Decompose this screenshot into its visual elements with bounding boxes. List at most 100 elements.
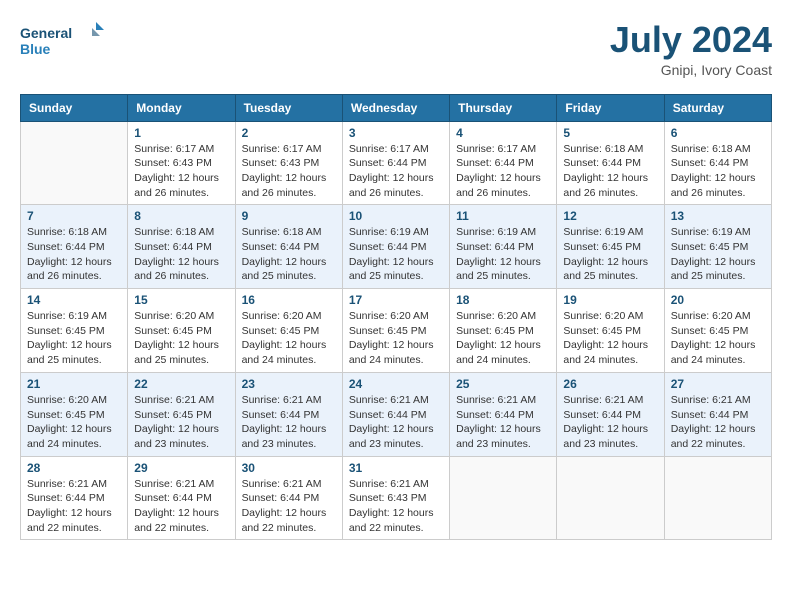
- month-year-title: July 2024: [610, 20, 772, 60]
- calendar-day-cell: 16 Sunrise: 6:20 AMSunset: 6:45 PMDayligh…: [235, 289, 342, 373]
- day-info: Sunrise: 6:17 AMSunset: 6:44 PMDaylight:…: [456, 142, 550, 201]
- day-number: 5: [563, 126, 657, 140]
- calendar-day-cell: [450, 456, 557, 540]
- weekday-header-tuesday: Tuesday: [235, 94, 342, 121]
- day-info: Sunrise: 6:21 AMSunset: 6:44 PMDaylight:…: [242, 477, 336, 536]
- calendar-day-cell: 6 Sunrise: 6:18 AMSunset: 6:44 PMDaylight…: [664, 121, 771, 205]
- calendar-day-cell: 2 Sunrise: 6:17 AMSunset: 6:43 PMDaylight…: [235, 121, 342, 205]
- day-number: 14: [27, 293, 121, 307]
- day-info: Sunrise: 6:21 AMSunset: 6:45 PMDaylight:…: [134, 393, 228, 452]
- day-number: 27: [671, 377, 765, 391]
- calendar-day-cell: 1 Sunrise: 6:17 AMSunset: 6:43 PMDaylight…: [128, 121, 235, 205]
- calendar-week-row: 21Sunrise: 6:20 AMSunset: 6:45 PMDayligh…: [21, 372, 772, 456]
- calendar-day-cell: 29Sunrise: 6:21 AMSunset: 6:44 PMDayligh…: [128, 456, 235, 540]
- weekday-header-monday: Monday: [128, 94, 235, 121]
- calendar-day-cell: 14 Sunrise: 6:19 AMSunset: 6:45 PMDayligh…: [21, 289, 128, 373]
- day-number: 9: [242, 209, 336, 223]
- day-info: Sunrise: 6:21 AMSunset: 6:43 PMDaylight:…: [349, 477, 443, 536]
- day-number: 30: [242, 461, 336, 475]
- day-number: 2: [242, 126, 336, 140]
- day-info: Sunrise: 6:17 AMSunset: 6:44 PMDaylight:…: [349, 142, 443, 201]
- calendar-day-cell: 5 Sunrise: 6:18 AMSunset: 6:44 PMDaylight…: [557, 121, 664, 205]
- day-number: 7: [27, 209, 121, 223]
- day-info: Sunrise: 6:19 AMSunset: 6:44 PMDaylight:…: [456, 225, 550, 284]
- day-number: 31: [349, 461, 443, 475]
- day-number: 28: [27, 461, 121, 475]
- day-info: Sunrise: 6:20 AMSunset: 6:45 PMDaylight:…: [242, 309, 336, 368]
- day-number: 6: [671, 126, 765, 140]
- calendar-day-cell: 10Sunrise: 6:19 AMSunset: 6:44 PMDayligh…: [342, 205, 449, 289]
- calendar-day-cell: 26Sunrise: 6:21 AMSunset: 6:44 PMDayligh…: [557, 372, 664, 456]
- day-number: 23: [242, 377, 336, 391]
- day-number: 24: [349, 377, 443, 391]
- day-info: Sunrise: 6:17 AMSunset: 6:43 PMDaylight:…: [242, 142, 336, 201]
- calendar-week-row: 14 Sunrise: 6:19 AMSunset: 6:45 PMDayligh…: [21, 289, 772, 373]
- day-info: Sunrise: 6:21 AMSunset: 6:44 PMDaylight:…: [242, 393, 336, 452]
- day-info: Sunrise: 6:21 AMSunset: 6:44 PMDaylight:…: [349, 393, 443, 452]
- day-info: Sunrise: 6:21 AMSunset: 6:44 PMDaylight:…: [456, 393, 550, 452]
- day-number: 15: [134, 293, 228, 307]
- calendar-day-cell: 28Sunrise: 6:21 AMSunset: 6:44 PMDayligh…: [21, 456, 128, 540]
- day-info: Sunrise: 6:18 AMSunset: 6:44 PMDaylight:…: [134, 225, 228, 284]
- logo: General Blue: [20, 20, 110, 65]
- svg-text:Blue: Blue: [20, 41, 51, 57]
- day-number: 26: [563, 377, 657, 391]
- calendar-day-cell: 30 Sunrise: 6:21 AMSunset: 6:44 PMDayligh…: [235, 456, 342, 540]
- day-number: 21: [27, 377, 121, 391]
- day-number: 4: [456, 126, 550, 140]
- day-number: 3: [349, 126, 443, 140]
- day-number: 11: [456, 209, 550, 223]
- calendar-day-cell: 4 Sunrise: 6:17 AMSunset: 6:44 PMDaylight…: [450, 121, 557, 205]
- calendar-day-cell: 18Sunrise: 6:20 AMSunset: 6:45 PMDayligh…: [450, 289, 557, 373]
- day-number: 20: [671, 293, 765, 307]
- calendar-day-cell: 11 Sunrise: 6:19 AMSunset: 6:44 PMDayligh…: [450, 205, 557, 289]
- calendar-day-cell: 9Sunrise: 6:18 AMSunset: 6:44 PMDaylight…: [235, 205, 342, 289]
- day-info: Sunrise: 6:20 AMSunset: 6:45 PMDaylight:…: [671, 309, 765, 368]
- day-number: 8: [134, 209, 228, 223]
- calendar-day-cell: 3 Sunrise: 6:17 AMSunset: 6:44 PMDaylight…: [342, 121, 449, 205]
- calendar-week-row: 1 Sunrise: 6:17 AMSunset: 6:43 PMDaylight…: [21, 121, 772, 205]
- weekday-header-wednesday: Wednesday: [342, 94, 449, 121]
- day-number: 17: [349, 293, 443, 307]
- day-info: Sunrise: 6:18 AMSunset: 6:44 PMDaylight:…: [27, 225, 121, 284]
- svg-text:General: General: [20, 25, 72, 41]
- day-info: Sunrise: 6:19 AMSunset: 6:45 PMDaylight:…: [671, 225, 765, 284]
- calendar-day-cell: 22 Sunrise: 6:21 AMSunset: 6:45 PMDayligh…: [128, 372, 235, 456]
- weekday-header-thursday: Thursday: [450, 94, 557, 121]
- calendar-day-cell: 12 Sunrise: 6:19 AMSunset: 6:45 PMDayligh…: [557, 205, 664, 289]
- day-info: Sunrise: 6:20 AMSunset: 6:45 PMDaylight:…: [349, 309, 443, 368]
- calendar-day-cell: [21, 121, 128, 205]
- day-number: 16: [242, 293, 336, 307]
- day-info: Sunrise: 6:20 AMSunset: 6:45 PMDaylight:…: [134, 309, 228, 368]
- day-info: Sunrise: 6:17 AMSunset: 6:43 PMDaylight:…: [134, 142, 228, 201]
- day-info: Sunrise: 6:21 AMSunset: 6:44 PMDaylight:…: [671, 393, 765, 452]
- calendar-day-cell: 25 Sunrise: 6:21 AMSunset: 6:44 PMDayligh…: [450, 372, 557, 456]
- calendar-day-cell: 19Sunrise: 6:20 AMSunset: 6:45 PMDayligh…: [557, 289, 664, 373]
- day-number: 1: [134, 126, 228, 140]
- day-number: 10: [349, 209, 443, 223]
- day-info: Sunrise: 6:18 AMSunset: 6:44 PMDaylight:…: [671, 142, 765, 201]
- day-info: Sunrise: 6:19 AMSunset: 6:45 PMDaylight:…: [27, 309, 121, 368]
- calendar-day-cell: 17 Sunrise: 6:20 AMSunset: 6:45 PMDayligh…: [342, 289, 449, 373]
- calendar-day-cell: 31 Sunrise: 6:21 AMSunset: 6:43 PMDayligh…: [342, 456, 449, 540]
- calendar-week-row: 7 Sunrise: 6:18 AMSunset: 6:44 PMDaylight…: [21, 205, 772, 289]
- logo-svg: General Blue: [20, 20, 110, 65]
- calendar-day-cell: [664, 456, 771, 540]
- day-info: Sunrise: 6:21 AMSunset: 6:44 PMDaylight:…: [134, 477, 228, 536]
- calendar-header-row: SundayMondayTuesdayWednesdayThursdayFrid…: [21, 94, 772, 121]
- calendar-day-cell: [557, 456, 664, 540]
- day-number: 25: [456, 377, 550, 391]
- day-number: 12: [563, 209, 657, 223]
- calendar-day-cell: 8 Sunrise: 6:18 AMSunset: 6:44 PMDaylight…: [128, 205, 235, 289]
- day-number: 22: [134, 377, 228, 391]
- calendar-day-cell: 7 Sunrise: 6:18 AMSunset: 6:44 PMDaylight…: [21, 205, 128, 289]
- calendar-day-cell: 20 Sunrise: 6:20 AMSunset: 6:45 PMDayligh…: [664, 289, 771, 373]
- calendar-day-cell: 23 Sunrise: 6:21 AMSunset: 6:44 PMDayligh…: [235, 372, 342, 456]
- weekday-header-friday: Friday: [557, 94, 664, 121]
- weekday-header-sunday: Sunday: [21, 94, 128, 121]
- day-info: Sunrise: 6:19 AMSunset: 6:45 PMDaylight:…: [563, 225, 657, 284]
- calendar-day-cell: 24 Sunrise: 6:21 AMSunset: 6:44 PMDayligh…: [342, 372, 449, 456]
- day-info: Sunrise: 6:18 AMSunset: 6:44 PMDaylight:…: [563, 142, 657, 201]
- title-block: July 2024 Gnipi, Ivory Coast: [610, 20, 772, 78]
- calendar-week-row: 28 Sunrise: 6:21 AMSunset: 6:44 PMDayligh…: [21, 456, 772, 540]
